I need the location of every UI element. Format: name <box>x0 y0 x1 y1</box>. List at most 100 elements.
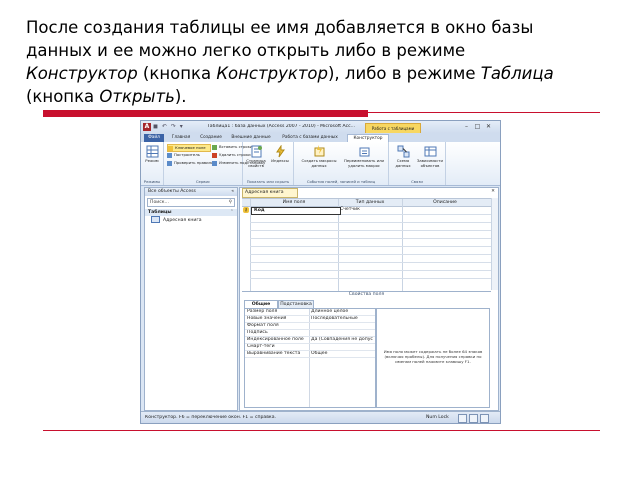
test-rules-label: Проверить правила <box>174 160 214 165</box>
property-help-panel: Имя поля может содержать не более 64 зна… <box>376 308 490 408</box>
close-icon[interactable]: ✕ <box>483 123 494 131</box>
nav-search-input[interactable]: Поиск... ⚲ <box>147 198 235 207</box>
tab-file[interactable]: Файл <box>144 134 164 142</box>
tab-create[interactable]: Создание <box>197 134 225 142</box>
caption-line-1: После создания таблицы ее имя добавляетс… <box>26 18 534 37</box>
ribbon-group-events: Создать макросы данных Переименовать или… <box>294 142 389 185</box>
relationships-button[interactable]: Схема данных <box>391 145 415 168</box>
ribbon-group-views: Режим Режимы <box>141 142 164 185</box>
view-switcher <box>456 414 496 423</box>
indexes-label: Индексы <box>271 158 289 163</box>
create-data-macros-button[interactable]: Создать макросы данных <box>298 145 340 168</box>
caption-text: ), либо в режиме <box>328 64 481 83</box>
group-label-relationships: Связи <box>411 179 423 184</box>
tab-home[interactable]: Главная <box>168 134 194 142</box>
column-header-data-type[interactable]: Тип данных <box>338 199 402 206</box>
access-app-icon[interactable]: A <box>143 123 151 131</box>
builder-button[interactable]: Построитель <box>167 152 200 158</box>
tab-external-data[interactable]: Внешние данные <box>229 134 273 142</box>
property-key: Смарт-теги <box>247 344 275 349</box>
property-key: Размер поля <box>247 309 278 314</box>
group-label-views: Режимы <box>143 179 161 184</box>
chevron-left-icon[interactable]: « <box>231 188 234 196</box>
key-icon <box>168 145 173 151</box>
property-row[interactable]: Формат поля <box>245 323 375 330</box>
property-value[interactable]: Общее <box>311 351 373 357</box>
property-key: Формат поля <box>247 323 279 328</box>
property-value[interactable] <box>311 323 373 329</box>
tab-database-tools[interactable]: Работа с базами данных <box>277 134 343 142</box>
maximize-icon[interactable]: □ <box>472 123 483 131</box>
primary-key-icon: ⚷ <box>243 207 249 213</box>
chevron-up-icon[interactable]: ˄ <box>231 209 233 216</box>
caption-line-3: Конструктор (кнопка Конструктор), либо в… <box>26 62 626 85</box>
property-key: Индексированное поле <box>247 337 304 342</box>
quick-access-toolbar[interactable]: ◼ ↶ ↷ ▾ <box>153 123 203 131</box>
column-header-field-name[interactable]: Имя поля <box>250 199 338 206</box>
relationships-icon <box>397 145 409 158</box>
nav-item-table[interactable]: Адресная книга <box>145 216 237 224</box>
minimize-icon[interactable]: – <box>461 123 472 131</box>
property-row[interactable]: Индексированное поле Да (Совпадения не до… <box>245 337 375 344</box>
property-row[interactable]: Новые значения Последовательные <box>245 316 375 323</box>
property-value[interactable] <box>311 344 373 350</box>
red-accent-bar <box>43 110 368 117</box>
rename-macro-button[interactable]: Переименовать или удалить макрос <box>342 145 386 168</box>
property-row[interactable]: Подпись <box>245 330 375 337</box>
macro-icon <box>314 145 324 157</box>
column-header-description[interactable]: Описание <box>402 199 488 206</box>
builder-label: Построитель <box>174 152 200 157</box>
field-properties-table: Размер поля Длинное целое Новые значения П… <box>244 308 376 408</box>
pivot-table-view-icon[interactable] <box>469 414 478 423</box>
status-text: Конструктор. F6 = переключение окон. F1 … <box>145 415 276 420</box>
wand-icon <box>167 152 172 158</box>
document-tab[interactable]: Адресная книга <box>242 188 298 198</box>
property-help-text: Имя поля может содержать не более 64 зна… <box>383 349 483 364</box>
property-row[interactable]: Выравнивание текста Общее <box>245 351 375 358</box>
vertical-scrollbar[interactable] <box>491 198 498 290</box>
property-row[interactable]: Размер поля Длинное целое <box>245 309 375 316</box>
grid-row-line <box>250 270 491 271</box>
relationships-label: Схема данных <box>395 158 411 168</box>
data-type-cell[interactable]: Счетчик <box>338 207 402 213</box>
property-key: Новые значения <box>247 316 287 321</box>
object-dependencies-button[interactable]: Зависимости объектов <box>417 145 443 168</box>
property-value[interactable]: Последовательные <box>311 316 373 322</box>
field-grid: Имя поля Тип данных Описание ⚷ Код Счетч… <box>242 198 491 291</box>
title-bar: A ◼ ↶ ↷ ▾ Таблица1 : база данных (Access… <box>141 121 500 134</box>
document-close-icon[interactable]: ✕ <box>490 188 496 195</box>
view-button[interactable]: Режим <box>143 145 161 164</box>
property-sheet-button[interactable]: Страница свойств <box>245 145 267 168</box>
search-icon[interactable]: ⚲ <box>229 199 232 206</box>
nav-group-label: Таблицы <box>148 210 172 215</box>
lightning-icon <box>275 145 285 158</box>
caption-line-2: данных и ее можно легко открыть либо в р… <box>26 41 466 60</box>
document-tab-label: Адресная книга <box>245 190 284 195</box>
property-value[interactable]: Да (Совпадения не допускаются) <box>311 337 373 343</box>
nav-pane-header[interactable]: Все объекты Access « <box>145 188 237 196</box>
primary-key-button[interactable]: Ключевое поле <box>167 144 211 152</box>
group-label-tools: Сервис <box>195 179 211 184</box>
grid-row-line <box>250 262 491 263</box>
test-rules-button[interactable]: Проверить правила <box>167 160 213 166</box>
property-key: Подпись <box>247 330 268 335</box>
nav-search-placeholder: Поиск... <box>150 200 169 205</box>
create-data-macros-label: Создать макросы данных <box>301 158 337 168</box>
group-label-show-hide: Показать или скрыть <box>246 179 290 184</box>
property-row[interactable]: Смарт-теги <box>245 344 375 351</box>
datasheet-view-icon[interactable] <box>458 414 467 423</box>
primary-key-label: Ключевое поле <box>175 145 206 150</box>
property-sheet-label: Страница свойств <box>246 158 266 168</box>
field-name-cell[interactable]: Код <box>251 207 341 215</box>
caption-text: ). <box>174 87 187 106</box>
property-value[interactable] <box>311 330 373 336</box>
grid-row-line <box>250 238 491 239</box>
pivot-chart-view-icon[interactable] <box>480 414 489 423</box>
status-bar: Конструктор. F6 = переключение окон. F1 … <box>141 411 500 423</box>
grid-row-line <box>250 230 491 231</box>
caption-text: (кнопка <box>137 64 217 83</box>
nav-group-tables[interactable]: Таблицы ˄ <box>145 209 237 216</box>
property-value[interactable]: Длинное целое <box>311 309 373 315</box>
num-lock-indicator: Num Lock <box>426 415 449 420</box>
indexes-button[interactable]: Индексы <box>269 145 291 164</box>
